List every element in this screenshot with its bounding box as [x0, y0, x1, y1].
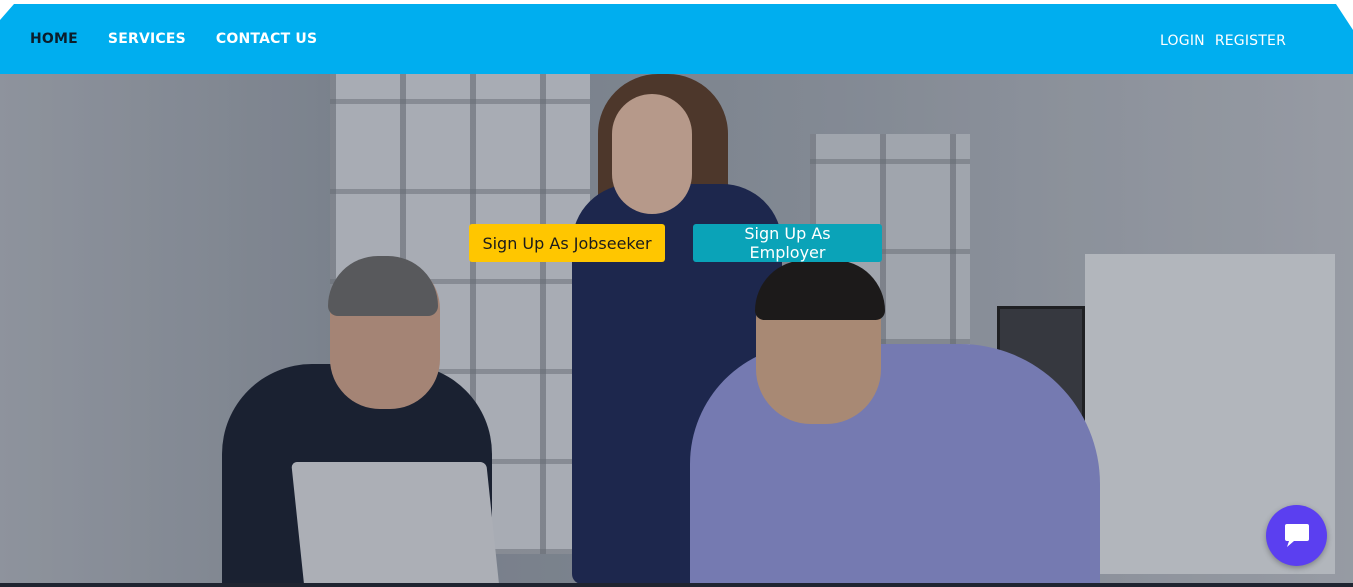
signup-employer-button[interactable]: Sign Up As Employer: [693, 224, 882, 262]
hero-overlay: [0, 74, 1353, 583]
nav-register-link[interactable]: REGISTER: [1215, 33, 1286, 49]
signup-buttons: Sign Up As Jobseeker Sign Up As Employer: [469, 224, 882, 262]
primary-nav: HOME SERVICES CONTACT US: [30, 31, 317, 47]
nav-login-link[interactable]: LOGIN: [1160, 33, 1205, 49]
chat-launcher-button[interactable]: [1266, 505, 1327, 566]
top-navbar: HOME SERVICES CONTACT US LOGIN REGISTER: [0, 4, 1353, 74]
nav-services-link[interactable]: SERVICES: [108, 31, 186, 47]
nav-contact-link[interactable]: CONTACT US: [216, 31, 317, 47]
chat-bubble-icon: [1284, 523, 1309, 547]
auth-nav: LOGIN REGISTER: [1160, 33, 1286, 49]
bottom-edge-bar: [0, 583, 1353, 587]
hero-banner: [0, 74, 1353, 583]
nav-home-link[interactable]: HOME: [30, 31, 78, 47]
signup-jobseeker-button[interactable]: Sign Up As Jobseeker: [469, 224, 665, 262]
